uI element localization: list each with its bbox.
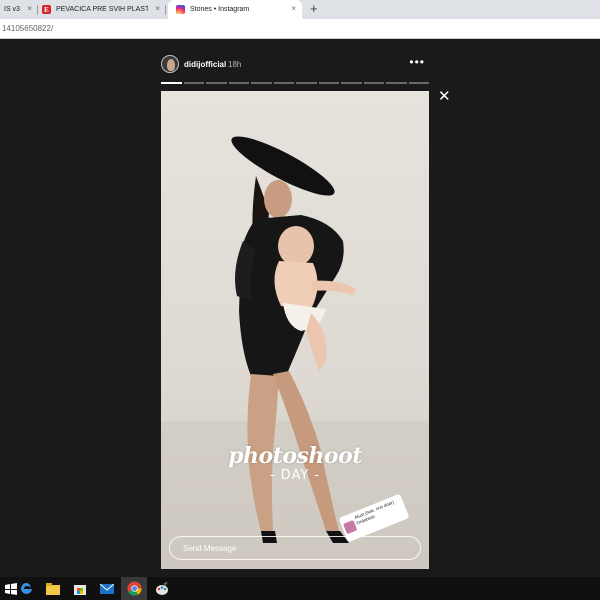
mention-thumbnail <box>343 519 358 535</box>
mail-icon[interactable] <box>98 580 115 597</box>
instagram-favicon-icon <box>176 5 185 14</box>
tab-label: PEVAČICA PRE SVIH PLASTIČNIH <box>56 6 148 13</box>
browser-tab-strip: IS v3 × E PEVAČICA PRE SVIH PLASTIČNIH ×… <box>0 0 600 19</box>
address-bar[interactable]: 14105650822/ <box>0 19 600 39</box>
url-text: 14105650822/ <box>2 24 54 33</box>
tab-close-icon[interactable]: × <box>155 4 160 13</box>
story-header: didijofficial 18h ••• <box>161 55 429 79</box>
store-icon[interactable] <box>71 580 88 597</box>
progress-segment <box>161 82 182 84</box>
windows-start-icon[interactable] <box>2 580 19 597</box>
more-options-icon[interactable]: ••• <box>409 55 425 69</box>
progress-segment <box>206 82 227 84</box>
progress-segment <box>408 82 429 84</box>
progress-segment <box>341 82 362 84</box>
tab-close-icon[interactable]: × <box>291 4 296 13</box>
story-media[interactable]: photoshoot - DAY - Atust (hoe, nnn doer)… <box>161 91 429 569</box>
avatar[interactable] <box>161 55 179 73</box>
edge-icon[interactable] <box>18 580 35 597</box>
tab-close-icon[interactable]: × <box>27 4 32 13</box>
story-timestamp: 18h <box>228 60 242 69</box>
progress-segment <box>183 82 204 84</box>
progress-segment <box>386 82 407 84</box>
progress-segment <box>273 82 294 84</box>
progress-segment <box>251 82 272 84</box>
close-icon[interactable]: ✕ <box>438 89 451 104</box>
file-explorer-icon[interactable] <box>44 580 61 597</box>
story-username[interactable]: didijofficial <box>184 60 226 69</box>
caption-day: - DAY - <box>269 468 321 483</box>
tab-label: IS v3 <box>4 6 20 13</box>
caption-photoshoot: photoshoot <box>228 443 362 469</box>
paint-icon[interactable] <box>153 580 170 597</box>
tab-is-v3[interactable]: IS v3 × <box>0 0 38 19</box>
progress-segment <box>228 82 249 84</box>
reply-placeholder: Send Message <box>183 544 237 553</box>
tab-instagram-stories[interactable]: Stories • Instagram × <box>168 0 302 19</box>
progress-segment <box>318 82 339 84</box>
progress-segment <box>296 82 317 84</box>
reply-input[interactable]: Send Message <box>169 536 421 560</box>
tab-label: Stories • Instagram <box>190 6 250 13</box>
tab-pevacica[interactable]: E PEVAČICA PRE SVIH PLASTIČNIH × <box>38 0 166 19</box>
progress-segment <box>363 82 384 84</box>
new-tab-icon[interactable]: + <box>310 1 318 16</box>
e-logo-favicon-icon: E <box>42 5 51 14</box>
chrome-icon[interactable] <box>121 577 147 600</box>
story-progress-bar <box>161 82 429 84</box>
windows-taskbar <box>0 577 600 600</box>
